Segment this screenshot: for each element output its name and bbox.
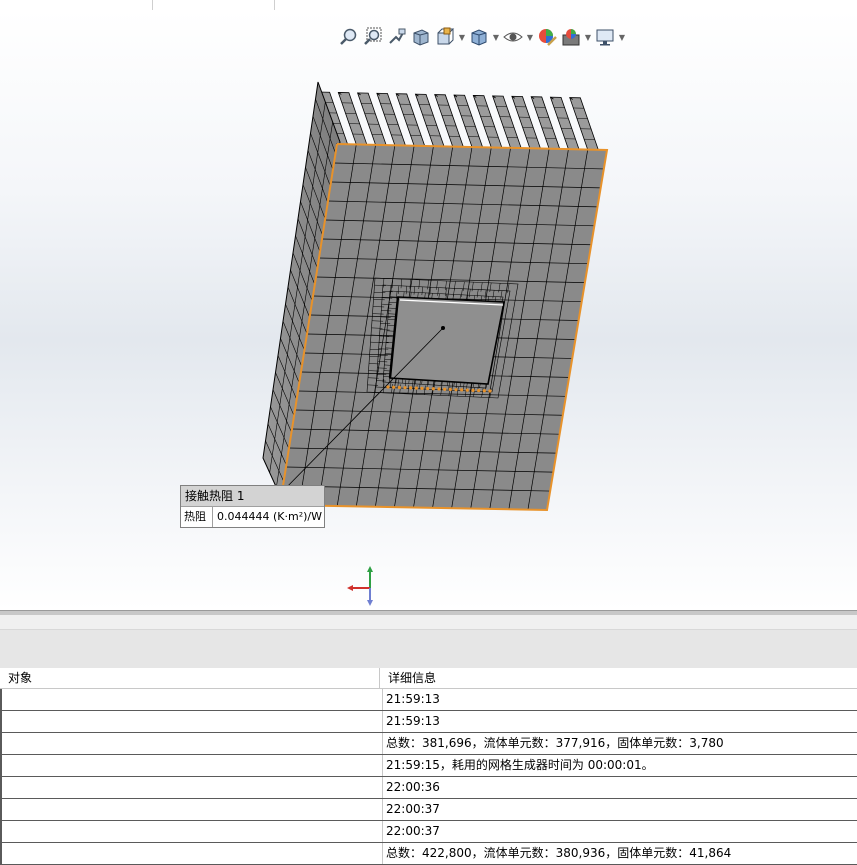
callout-anchor-point (441, 326, 445, 330)
detail-cell: 21:59:13 (383, 689, 857, 710)
messages-table: 对象 详细信息 21:59:13 21:59:13 总数：381,696，流体单… (0, 668, 857, 862)
table-row[interactable]: 21:59:13 (0, 711, 857, 733)
table-row[interactable]: 21:59:13 (0, 689, 857, 711)
detail-cell: 22:00:37 (383, 821, 857, 842)
object-cell (0, 777, 383, 798)
table-header: 对象 详细信息 (0, 668, 857, 689)
reference-triad-icon (346, 566, 378, 606)
object-cell (0, 821, 383, 842)
contact-marker (449, 388, 452, 391)
contact-marker (386, 385, 389, 388)
callout-title: 接触热阻 1 (181, 486, 324, 507)
contact-marker (483, 389, 486, 392)
object-cell (0, 843, 383, 864)
contact-marker (398, 386, 401, 389)
contact-marker (477, 389, 480, 392)
contact-marker (409, 386, 412, 389)
contact-marker (415, 387, 418, 390)
object-cell (0, 689, 383, 710)
graphics-viewport[interactable]: ▼ ▼ ▼ ▼ ▼ (0, 10, 857, 610)
strip-divider (152, 0, 153, 10)
message-panel-header (0, 615, 857, 667)
table-row[interactable]: 21:59:15，耗用的网格生成器时间为 00:00:01。 (0, 755, 857, 777)
contact-marker (392, 386, 395, 389)
contact-marker (471, 389, 474, 392)
contact-marker (437, 387, 440, 390)
heatsink-mesh-model[interactable] (0, 10, 857, 610)
strip-divider (274, 0, 275, 10)
column-header-details[interactable]: 详细信息 (380, 668, 857, 688)
contact-marker (466, 389, 469, 392)
object-cell (0, 733, 383, 754)
contact-marker (454, 388, 457, 391)
contact-marker (420, 387, 423, 390)
object-cell (0, 711, 383, 732)
object-cell (0, 755, 383, 776)
callout-label: 热阻 (181, 507, 213, 527)
heatsink-fins (319, 92, 598, 150)
table-row[interactable]: 总数：381,696，流体单元数：377,916，固体单元数：3,780 (0, 733, 857, 755)
table-row[interactable]: 22:00:36 (0, 777, 857, 799)
contact-square (390, 297, 504, 384)
contact-marker (432, 387, 435, 390)
contact-marker (488, 389, 491, 392)
column-header-object[interactable]: 对象 (0, 668, 380, 688)
callout-row: 热阻 0.044444 (K·m²)/W (181, 507, 324, 527)
contact-marker (443, 388, 446, 391)
callout-value: 0.044444 (K·m²)/W (213, 507, 322, 527)
detail-cell: 总数：422,800，流体单元数：380,936，固体单元数：41,864 (383, 843, 857, 864)
contact-marker (426, 387, 429, 390)
table-row[interactable]: 22:00:37 (0, 821, 857, 843)
detail-cell: 21:59:15，耗用的网格生成器时间为 00:00:01。 (383, 755, 857, 776)
detail-cell: 22:00:37 (383, 799, 857, 820)
object-cell (0, 799, 383, 820)
contact-marker (460, 388, 463, 391)
contact-resistance-callout[interactable]: 接触热阻 1 热阻 0.044444 (K·m²)/W (180, 485, 325, 528)
detail-cell: 21:59:13 (383, 711, 857, 732)
detail-cell: 总数：381,696，流体单元数：377,916，固体单元数：3,780 (383, 733, 857, 754)
contact-marker (403, 386, 406, 389)
table-row[interactable]: 22:00:37 (0, 799, 857, 821)
panel-toolbar-area (0, 629, 857, 668)
detail-cell: 22:00:36 (383, 777, 857, 798)
